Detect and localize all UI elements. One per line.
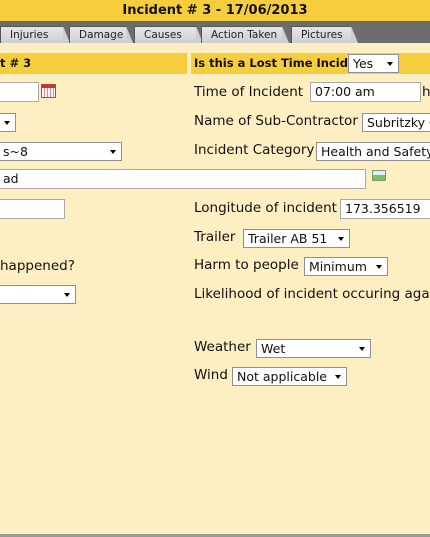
left-select-2[interactable]: s~8: [0, 142, 122, 161]
what-happened-label: happened?: [0, 258, 75, 274]
time-of-incident-input[interactable]: 07:00 am: [310, 82, 421, 102]
subcontractor-label: Name of Sub-Contractor: [194, 113, 358, 129]
longitude-input[interactable]: 173.356519: [340, 199, 430, 219]
chevron-down-icon: [64, 293, 70, 297]
wind-select[interactable]: Not applicable: [232, 367, 347, 386]
chevron-down-icon: [387, 62, 393, 66]
left-text-input[interactable]: [0, 199, 65, 219]
incident-category-label: Incident Category: [194, 142, 315, 158]
harm-to-people-select[interactable]: Minimum: [304, 257, 388, 276]
tab-causes[interactable]: Causes: [134, 26, 203, 43]
trailer-select-value: Trailer AB 51: [248, 231, 328, 246]
tab-damage[interactable]: Damage: [69, 26, 133, 43]
likelihood-label: Likelihood of incident occuring aga: [194, 286, 430, 302]
left-section-title: t # 3: [0, 56, 32, 70]
lost-time-label: Is this a Lost Time Incident: [194, 56, 370, 70]
left-select-3[interactable]: [0, 285, 76, 304]
left-select-1[interactable]: [0, 113, 16, 132]
left-select-2-value: s~8: [3, 144, 28, 159]
tab-action-taken[interactable]: Action Taken: [201, 26, 289, 43]
tab-injuries[interactable]: Injuries: [0, 26, 70, 43]
time-suffix-label: h: [422, 84, 430, 100]
calendar-icon[interactable]: [41, 84, 56, 98]
trailer-select[interactable]: Trailer AB 51: [243, 229, 350, 248]
chevron-down-icon: [110, 150, 116, 154]
address-input[interactable]: ad: [0, 169, 366, 189]
tab-pictures[interactable]: Pictures: [291, 26, 358, 43]
incident-category-select-value: Health and Safety: [321, 144, 430, 159]
longitude-label: Longitude of incident: [194, 200, 337, 216]
weather-select[interactable]: Wet: [256, 339, 371, 358]
chevron-down-icon: [338, 237, 344, 241]
wind-select-value: Not applicable: [237, 369, 327, 384]
subcontractor-select-value: Subritzky C: [367, 115, 430, 130]
harm-to-people-select-value: Minimum: [309, 259, 367, 274]
tab-bar: Injuries Damage Causes Action Taken Pict…: [0, 22, 430, 43]
chevron-down-icon: [4, 121, 10, 125]
incident-category-select[interactable]: Health and Safety: [316, 142, 430, 161]
weather-select-value: Wet: [261, 341, 286, 356]
trailer-label: Trailer: [194, 229, 236, 245]
left-section-header: t # 3: [0, 53, 187, 74]
chevron-down-icon: [376, 265, 382, 269]
map-icon[interactable]: [372, 170, 386, 181]
window-title: Incident # 3 - 17/06/2013: [0, 0, 430, 22]
incident-date-input[interactable]: [0, 82, 39, 102]
chevron-down-icon: [335, 375, 341, 379]
lost-time-select-value: Yes: [353, 56, 374, 71]
harm-to-people-label: Harm to people: [194, 257, 299, 273]
lost-time-select[interactable]: Yes: [348, 54, 399, 73]
chevron-down-icon: [359, 347, 365, 351]
wind-label: Wind: [194, 367, 228, 383]
subcontractor-select[interactable]: Subritzky C: [362, 113, 430, 132]
weather-label: Weather: [194, 339, 251, 355]
time-of-incident-label: Time of Incident: [194, 84, 304, 100]
